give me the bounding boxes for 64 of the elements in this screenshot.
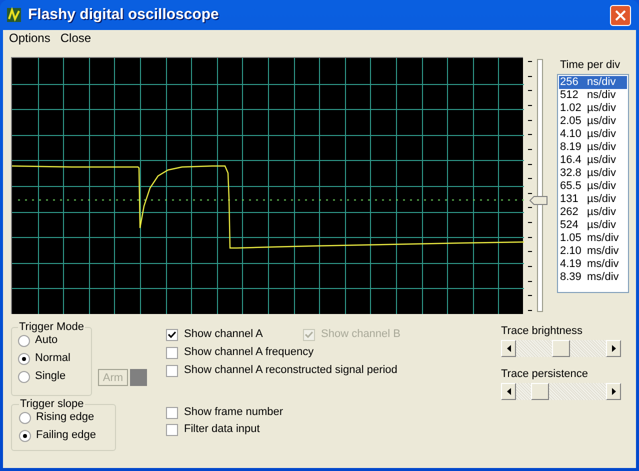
checkbox-option[interactable]: Show channel A frequency — [166, 346, 314, 359]
right-arrow-icon — [612, 388, 616, 395]
list-label: Time per div — [560, 59, 622, 72]
slider-label: Trace brightness — [501, 325, 584, 338]
radio-option[interactable]: Auto — [18, 333, 86, 348]
time-per-div-list[interactable]: 256 ns/div 512 ns/div 1.02 µs/div 2.05 µs/div 4.10 µs/div 8.19 µs/div 16.4 µs/div 32.8 µs/div 65.5 µs/div 131 µs/div 262 µs/div 524 µs/div 1.05 ms/div 2.10 ms/div 4.19 ms/div 8.39 ms/div — [557, 74, 629, 293]
menu-item[interactable]: Options — [9, 31, 50, 45]
radio-button[interactable] — [19, 430, 31, 442]
slider-label: Trace persistence — [501, 368, 590, 381]
list-item[interactable]: 262 µs/div — [559, 206, 627, 219]
list-item[interactable]: 1.02 µs/div — [559, 102, 627, 115]
checkbox[interactable] — [166, 406, 178, 418]
check-icon — [168, 330, 176, 338]
app-icon — [6, 7, 22, 23]
checkbox[interactable] — [166, 364, 178, 376]
list-item[interactable]: 65.5 µs/div — [559, 180, 627, 193]
right-arrow-icon — [612, 345, 616, 352]
list-item[interactable]: 256 ns/div — [559, 76, 627, 89]
slider-thumb[interactable] — [531, 383, 550, 400]
radio-button[interactable] — [19, 412, 31, 424]
list-item[interactable]: 8.39 ms/div — [559, 271, 627, 284]
radio-option[interactable]: Rising edge — [19, 410, 108, 425]
checkbox-option[interactable]: Show channel A reconstructed signal period — [166, 364, 398, 377]
list-item[interactable]: 4.10 µs/div — [559, 128, 627, 141]
horizontal-slider[interactable] — [501, 340, 621, 357]
scroll-right-button[interactable] — [606, 340, 621, 357]
group-title: Trigger slope — [19, 398, 85, 410]
checkbox[interactable] — [166, 328, 178, 340]
radio-option[interactable]: Single — [18, 369, 86, 384]
list-item[interactable]: 2.10 ms/div — [559, 245, 627, 258]
slider-thumb[interactable] — [552, 340, 570, 357]
list-item[interactable]: 4.19 ms/div — [559, 258, 627, 271]
checkbox-option[interactable]: Filter data input — [166, 423, 260, 436]
trigger-indicator — [130, 369, 148, 386]
check-icon — [305, 330, 313, 338]
trigger-level-thumb[interactable] — [529, 196, 548, 205]
radio-option[interactable]: Failing edge — [19, 428, 108, 443]
list-item[interactable]: 512 ns/div — [559, 89, 627, 102]
checkbox[interactable] — [166, 346, 178, 358]
checkbox[interactable] — [166, 424, 178, 436]
radio-option[interactable]: Normal — [18, 351, 86, 366]
list-item[interactable]: 131 µs/div — [559, 193, 627, 206]
list-item[interactable]: 524 µs/div — [559, 219, 627, 232]
list-item[interactable]: 2.05 µs/div — [559, 115, 627, 128]
list-item[interactable]: 8.19 µs/div — [559, 141, 627, 154]
scroll-left-button[interactable] — [501, 340, 516, 357]
scroll-left-button[interactable] — [501, 383, 516, 400]
checkbox-option[interactable]: Show channel A — [166, 328, 303, 341]
left-arrow-icon — [506, 345, 510, 352]
radio-button[interactable] — [18, 370, 30, 382]
list-item[interactable]: 1.05 ms/div — [559, 232, 627, 245]
close-icon — [615, 10, 626, 20]
radio-button[interactable] — [18, 352, 30, 364]
menu-item[interactable]: Close — [60, 31, 92, 45]
horizontal-slider[interactable] — [501, 383, 621, 400]
checkbox-option[interactable]: Show frame number — [166, 406, 284, 419]
scroll-right-button[interactable] — [606, 383, 621, 400]
close-button[interactable] — [610, 4, 631, 26]
window-title: Flashy digital oscilloscope — [28, 4, 220, 25]
left-arrow-icon — [506, 388, 510, 395]
radio-button[interactable] — [18, 334, 30, 346]
list-item[interactable]: 16.4 µs/div — [559, 154, 627, 167]
group-title: Trigger Mode — [18, 321, 86, 333]
list-item[interactable]: 32.8 µs/div — [559, 167, 627, 180]
